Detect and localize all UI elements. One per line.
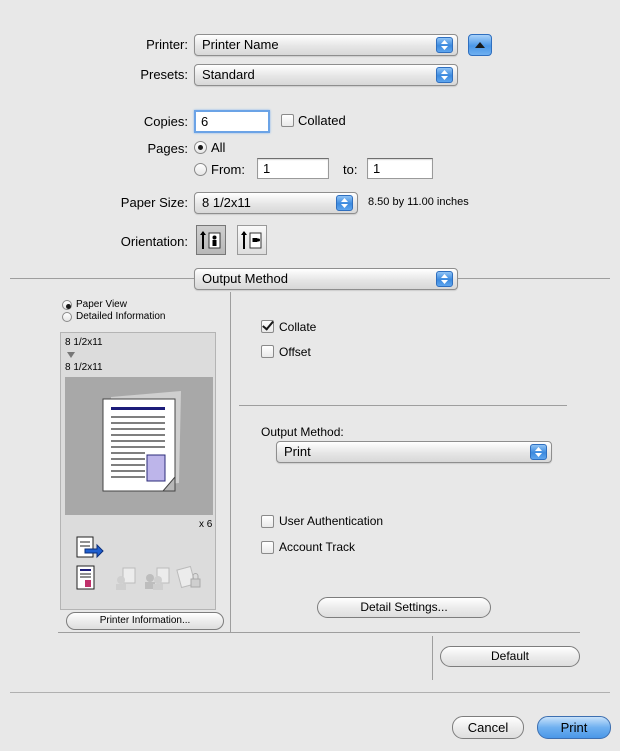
arrow-down-icon	[67, 352, 75, 358]
paper-dimensions: 8.50 by 11.00 inches	[368, 196, 469, 208]
pages-to-label: to:	[343, 162, 358, 177]
pages-label: Pages:	[147, 141, 188, 156]
portrait-icon	[200, 231, 221, 249]
page-preview-area	[65, 377, 213, 515]
user-doc-icon	[116, 567, 136, 590]
collated-label: Collated	[298, 113, 346, 128]
pages-all-radio[interactable]	[194, 141, 207, 154]
paper-size-value: 8 1/2x11	[202, 195, 251, 210]
popup-arrows-icon	[336, 195, 353, 211]
account-track-label: Account Track	[279, 540, 356, 554]
presets-popup[interactable]: Standard	[194, 64, 458, 86]
pages-from-radio[interactable]	[194, 163, 207, 176]
print-button[interactable]: Print	[537, 716, 611, 739]
user-auth-label: User Authentication	[279, 514, 384, 528]
panel-select-value: Output Method	[202, 271, 288, 286]
popup-arrows-icon	[436, 271, 453, 287]
paper-in-text: 8 1/2x11	[65, 337, 103, 348]
portrait-orientation-button[interactable]	[196, 225, 226, 255]
printer-info-button[interactable]: Printer Information...	[66, 612, 224, 630]
panel-divider	[230, 292, 231, 632]
pages-from-field[interactable]: 1	[257, 158, 329, 179]
printer-popup[interactable]: Printer Name	[194, 34, 458, 56]
user-auth-checkbox[interactable]	[261, 515, 274, 528]
document-preview-icon	[102, 391, 181, 492]
output-method-popup[interactable]: Print	[276, 441, 552, 463]
output-method-label: Output Method:	[261, 425, 344, 439]
paper-out-text: 8 1/2x11	[65, 362, 103, 373]
offset-checkbox[interactable]	[261, 345, 274, 358]
popup-arrows-icon	[436, 37, 453, 53]
detailed-info-radio[interactable]	[62, 312, 72, 322]
orientation-label: Orientation:	[120, 234, 188, 249]
secure-doc-icon	[176, 565, 201, 589]
collated-checkbox[interactable]	[281, 114, 294, 127]
copies-badge: x 6	[199, 519, 213, 530]
popup-arrows-icon	[436, 67, 453, 83]
disclosure-button[interactable]	[468, 34, 492, 56]
cancel-button[interactable]: Cancel	[452, 716, 524, 739]
output-method-value: Print	[284, 444, 311, 459]
default-divider	[432, 636, 433, 680]
collate-label: Collate	[279, 320, 317, 334]
detailed-info-label: Detailed Information	[76, 311, 166, 322]
copies-field[interactable]: 6	[194, 110, 270, 133]
panel-select-popup[interactable]: Output Method	[194, 268, 458, 290]
collate-checkbox[interactable]	[261, 320, 274, 333]
offset-label: Offset	[279, 345, 311, 359]
preview-panel: 8 1/2x11 8 1/2x11 x 6	[60, 332, 216, 610]
pages-from-label: From:	[211, 162, 245, 177]
users-icon	[145, 567, 170, 590]
document-icon	[76, 565, 95, 590]
default-button[interactable]: Default	[440, 646, 580, 667]
footer-divider	[10, 692, 610, 693]
pages-to-field[interactable]: 1	[367, 158, 433, 179]
options-divider	[239, 405, 567, 406]
presets-value: Standard	[202, 67, 255, 82]
paper-size-label: Paper Size:	[120, 195, 188, 210]
pages-all-label: All	[211, 140, 226, 155]
detail-settings-button[interactable]: Detail Settings...	[317, 597, 491, 618]
output-tray-icon	[76, 536, 104, 559]
landscape-icon	[241, 231, 262, 249]
presets-label: Presets:	[140, 67, 188, 82]
paper-size-popup[interactable]: 8 1/2x11	[194, 192, 358, 214]
landscape-orientation-button[interactable]	[237, 225, 267, 255]
printer-label: Printer:	[146, 37, 188, 52]
bottom-options-divider	[58, 632, 580, 633]
paper-view-label: Paper View	[76, 299, 127, 310]
printer-value: Printer Name	[202, 37, 279, 52]
paper-view-radio[interactable]	[62, 300, 72, 310]
account-track-checkbox[interactable]	[261, 541, 274, 554]
copies-label: Copies:	[143, 114, 188, 129]
triangle-up-icon	[475, 42, 485, 48]
popup-arrows-icon	[530, 444, 547, 460]
